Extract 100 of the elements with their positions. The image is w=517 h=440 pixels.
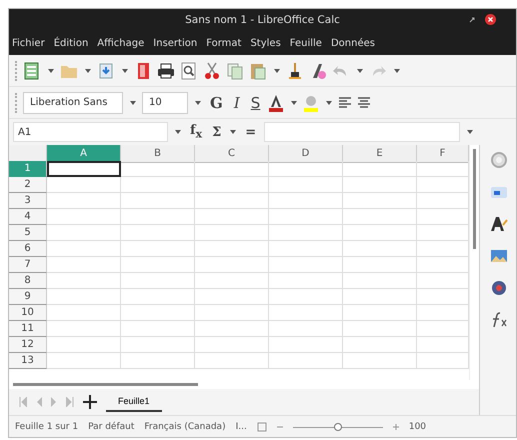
column-header[interactable]: B <box>121 145 195 163</box>
grid-cell[interactable] <box>121 257 195 273</box>
grid-cell[interactable] <box>343 193 417 209</box>
grid-cell[interactable] <box>121 225 195 241</box>
column-header[interactable]: E <box>343 145 417 163</box>
menu-item[interactable]: Styles <box>250 38 281 48</box>
row-header[interactable]: 9 <box>9 289 47 305</box>
grid-cell[interactable] <box>269 193 343 209</box>
grid-cell[interactable] <box>269 353 343 369</box>
add-sheet-icon[interactable] <box>83 395 97 409</box>
next-sheet-icon[interactable] <box>51 397 57 407</box>
row-header[interactable]: 13 <box>9 353 47 369</box>
zoom-in-icon[interactable] <box>392 424 399 430</box>
printer-icon[interactable] <box>157 62 175 80</box>
magnifier-icon[interactable] <box>180 62 198 80</box>
caret-icon[interactable] <box>174 128 182 136</box>
font-name-field[interactable]: Liberation Sans <box>23 92 123 114</box>
zoom-level[interactable]: 100 <box>408 422 426 432</box>
row-header[interactable]: 12 <box>9 337 47 353</box>
menu-item[interactable]: Insertion <box>153 38 198 48</box>
grid-cell[interactable] <box>343 225 417 241</box>
row-header[interactable]: 8 <box>9 273 47 289</box>
caret-icon[interactable] <box>194 98 202 106</box>
grid-cell[interactable] <box>47 321 121 337</box>
grid-cell[interactable] <box>47 193 121 209</box>
caret-icon[interactable] <box>325 98 334 106</box>
caret-icon[interactable] <box>273 66 281 74</box>
grid-cell[interactable] <box>269 273 343 289</box>
grid-cell[interactable] <box>47 353 121 369</box>
grid-cell[interactable] <box>343 321 417 337</box>
grid-cell[interactable] <box>343 305 417 321</box>
row-header[interactable]: 7 <box>9 257 47 273</box>
grid-cell[interactable] <box>121 241 195 257</box>
grid-cell[interactable] <box>47 289 121 305</box>
previous-sheet-icon[interactable] <box>36 397 42 407</box>
grid-cell[interactable] <box>343 161 417 177</box>
caret-icon[interactable] <box>121 66 129 74</box>
grid-cell[interactable] <box>47 209 121 225</box>
formula-button[interactable]: = <box>243 124 258 140</box>
align-center-icon[interactable] <box>357 96 372 108</box>
grid-cell[interactable] <box>47 273 121 289</box>
grid-cell[interactable] <box>195 321 269 337</box>
menu-item[interactable]: Édition <box>54 38 88 48</box>
grid-cell[interactable] <box>343 209 417 225</box>
grid-cell[interactable] <box>121 321 195 337</box>
highlighter-icon[interactable] <box>303 94 320 112</box>
caret-icon[interactable] <box>393 66 401 74</box>
grid-cell[interactable] <box>195 257 269 273</box>
grid-cell[interactable] <box>121 337 195 353</box>
close-icon[interactable] <box>485 14 496 25</box>
row-header[interactable]: 10 <box>9 305 47 321</box>
grid-cell[interactable] <box>47 337 121 353</box>
vertical-scrollbar[interactable] <box>469 145 479 380</box>
grid-cell[interactable] <box>269 305 343 321</box>
grid-cell[interactable] <box>47 177 121 193</box>
grid-cell[interactable] <box>269 209 343 225</box>
grid-cell[interactable] <box>343 177 417 193</box>
styles-icon[interactable] <box>490 215 508 233</box>
caret-icon[interactable] <box>466 128 474 136</box>
grid-cell[interactable] <box>269 225 343 241</box>
grid-cell[interactable] <box>269 337 343 353</box>
caret-icon[interactable] <box>229 128 238 136</box>
caret-icon[interactable] <box>84 66 92 74</box>
grid-cell[interactable] <box>121 289 195 305</box>
row-header[interactable]: 6 <box>9 241 47 257</box>
grid-cell[interactable] <box>195 161 269 177</box>
grid-cell[interactable] <box>121 273 195 289</box>
grid-cell[interactable] <box>195 337 269 353</box>
sum-button[interactable]: Σ <box>210 124 224 140</box>
zoom-out-icon[interactable] <box>276 424 283 430</box>
grid-cell[interactable] <box>195 209 269 225</box>
grid-cell[interactable] <box>195 193 269 209</box>
grid-cell[interactable] <box>343 353 417 369</box>
zoom-slider-thumb[interactable] <box>334 422 342 430</box>
grid-cell[interactable] <box>269 321 343 337</box>
grid-cell[interactable] <box>121 353 195 369</box>
grid-cell[interactable] <box>47 305 121 321</box>
caret-icon[interactable] <box>356 66 364 74</box>
grid-cell[interactable] <box>195 273 269 289</box>
align-left-icon[interactable] <box>338 96 352 108</box>
horizontal-scrollbar[interactable] <box>9 380 479 389</box>
menu-item[interactable]: Fichier <box>12 38 45 48</box>
grid-cell[interactable] <box>269 289 343 305</box>
row-header[interactable]: 11 <box>9 321 47 337</box>
grid-cell[interactable] <box>195 177 269 193</box>
function-wizard-button[interactable]: f$_{x}$ <box>188 123 204 141</box>
menu-item[interactable]: Format <box>206 38 242 48</box>
caret-icon[interactable] <box>129 98 137 106</box>
grid-cell[interactable] <box>195 305 269 321</box>
grid-cell[interactable] <box>269 177 343 193</box>
restore-icon[interactable] <box>469 16 475 22</box>
column-header[interactable]: D <box>269 145 343 163</box>
name-box[interactable]: A1 <box>13 122 168 142</box>
font-color-icon[interactable] <box>268 94 284 112</box>
zoom-slider[interactable] <box>292 422 383 432</box>
grid-cell[interactable] <box>47 257 121 273</box>
grid-cell[interactable] <box>121 193 195 209</box>
grid-cell[interactable] <box>269 241 343 257</box>
grid-cell[interactable] <box>121 209 195 225</box>
font-size-field[interactable]: 10 <box>142 92 188 114</box>
